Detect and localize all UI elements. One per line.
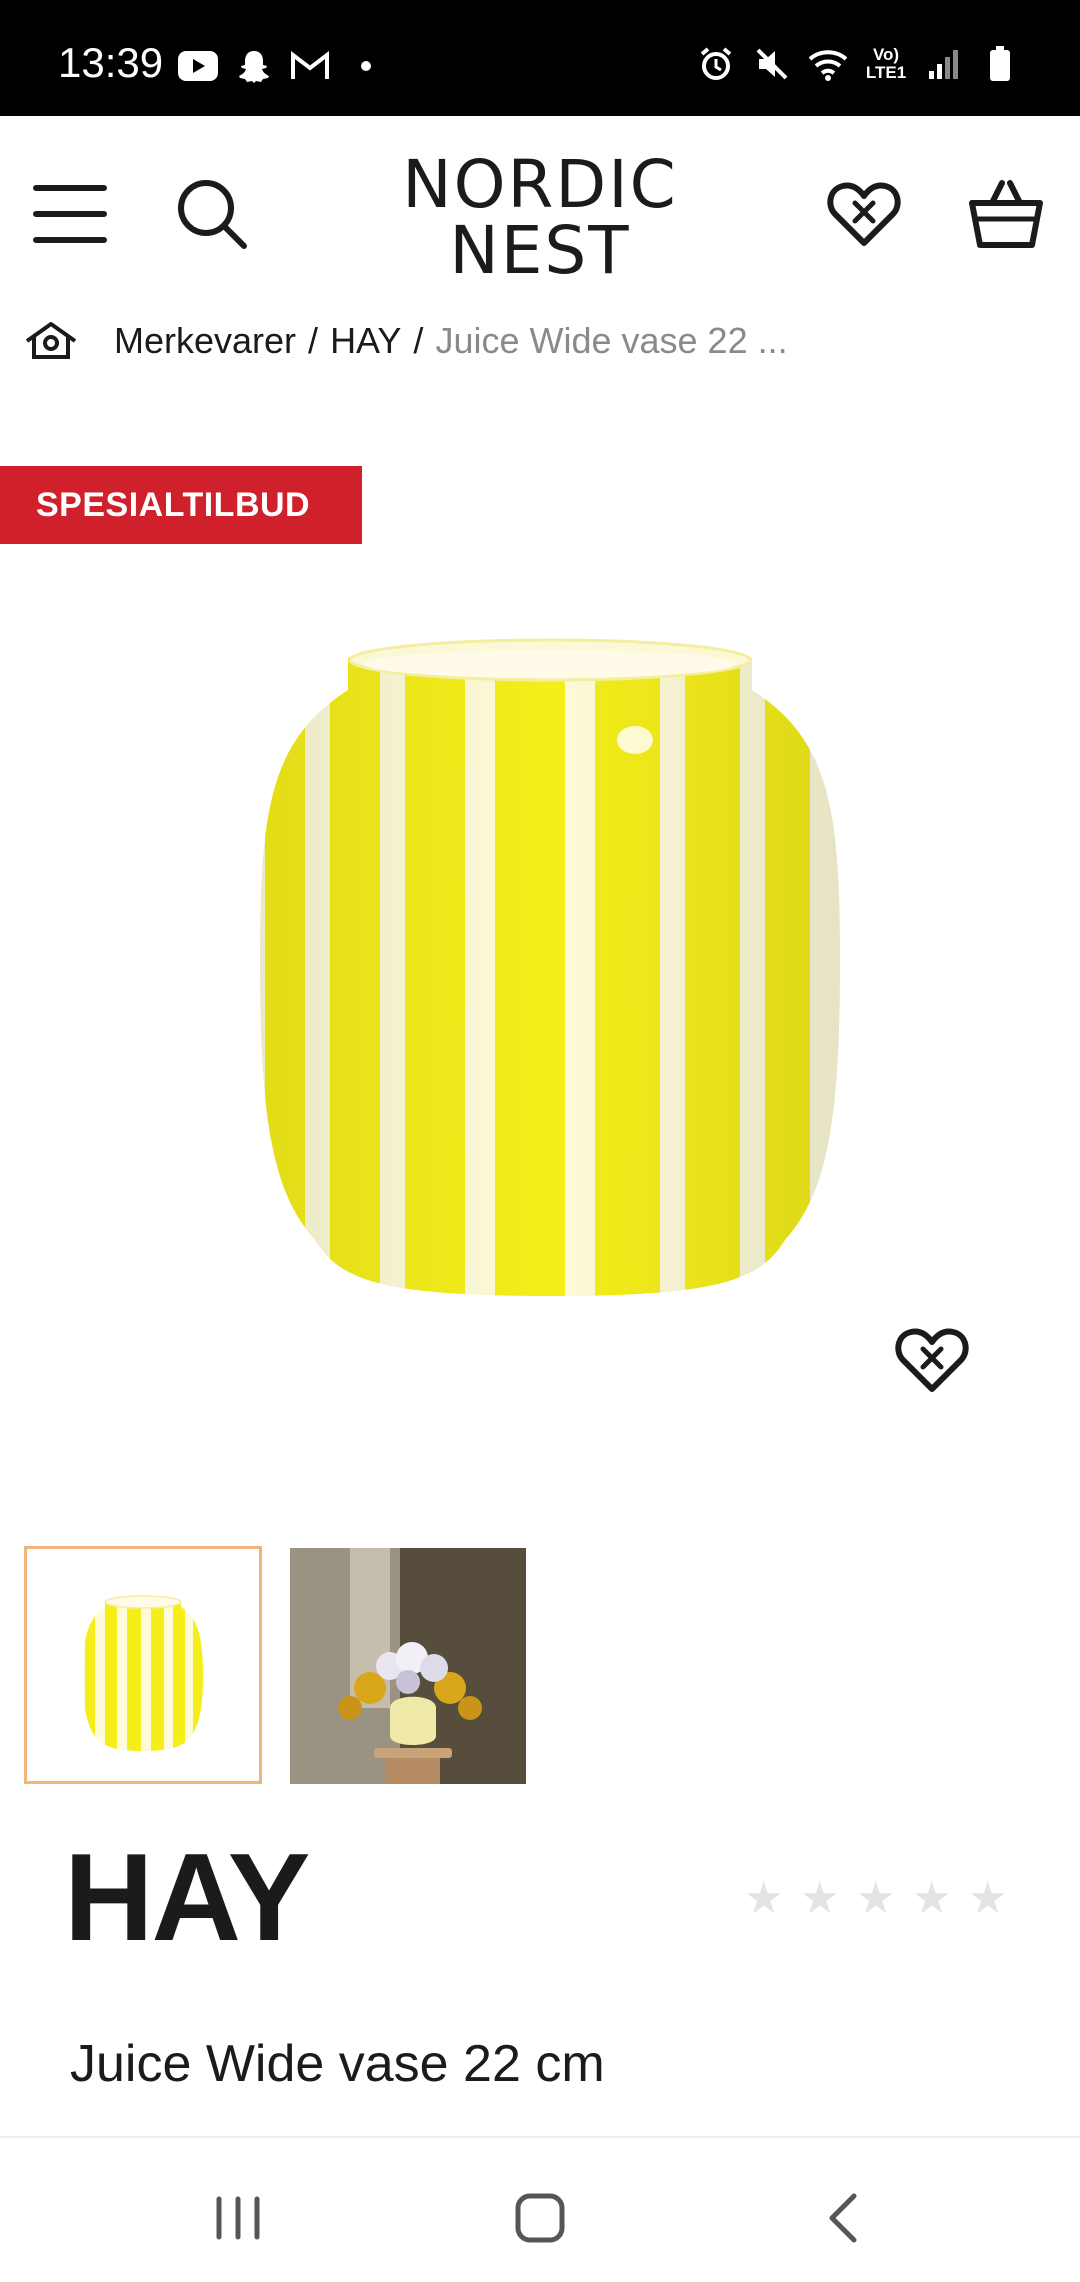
thumbnail-vase-lifestyle[interactable] <box>290 1548 526 1784</box>
breadcrumb-separator: / <box>308 320 319 361</box>
home-icon <box>25 322 77 359</box>
status-bar: 13:39 Vo) LTE1 <box>0 0 1080 116</box>
rating-star: ★ <box>968 1874 1008 1923</box>
heart-icon <box>827 181 901 252</box>
lifestyle-thumbnail-image <box>290 1548 526 1784</box>
menu-icon <box>32 183 108 250</box>
menu-button[interactable] <box>30 176 110 256</box>
search-button[interactable] <box>172 176 252 256</box>
gmail-icon <box>290 46 330 86</box>
breadcrumb-home-button[interactable] <box>24 319 78 363</box>
product-brand[interactable]: HAY <box>64 1836 310 1960</box>
rating-star: ★ <box>800 1874 840 1923</box>
volte-icon: Vo) LTE1 <box>865 45 907 82</box>
status-right-icons: Vo) LTE1 <box>696 44 1020 84</box>
wishlist-button[interactable] <box>824 176 904 256</box>
basket-icon <box>968 179 1044 254</box>
vase-thumbnail-image <box>83 1595 203 1751</box>
breadcrumb-item-hay[interactable]: HAY <box>330 320 401 362</box>
battery-icon <box>980 44 1020 84</box>
product-rating[interactable]: ★ ★ ★ ★ ★ <box>744 1874 1008 1923</box>
vase-illustration <box>260 638 840 1296</box>
promo-badge: SPESIALTILBUD <box>0 466 362 544</box>
breadcrumb: Merkevarer / HAY / Juice Wide vase 22 ..… <box>24 316 788 366</box>
home-icon <box>515 2193 565 2243</box>
status-time: 13:39 <box>58 39 164 86</box>
snapchat-icon <box>234 46 274 86</box>
system-nav-bar <box>0 2136 1080 2282</box>
recent-apps-button[interactable] <box>198 2178 278 2258</box>
back-button[interactable] <box>804 2178 884 2258</box>
thumbnail-vase-selected[interactable] <box>24 1546 262 1784</box>
breadcrumb-current: Juice Wide vase 22 ... <box>435 320 788 361</box>
breadcrumb-separator: / <box>413 320 424 361</box>
recent-apps-icon <box>216 2196 260 2240</box>
back-icon <box>829 2193 857 2243</box>
wifi-icon <box>808 44 848 84</box>
search-icon <box>174 176 250 257</box>
product-image[interactable] <box>240 630 860 1310</box>
signal-icon <box>924 44 964 84</box>
site-logo[interactable]: NORDIC NEST <box>380 152 700 284</box>
product-name: Juice Wide vase 22 cm <box>70 2035 605 2093</box>
alarm-icon <box>696 44 736 84</box>
breadcrumb-item-merkevarer[interactable]: Merkevarer <box>114 320 296 362</box>
youtube-icon <box>178 46 218 86</box>
logo-line-1: NORDIC <box>402 146 678 223</box>
image-wishlist-button[interactable] <box>884 1320 980 1400</box>
home-button[interactable] <box>500 2178 580 2258</box>
rating-star: ★ <box>856 1874 896 1923</box>
mute-icon <box>752 44 792 84</box>
heart-icon <box>895 1328 969 1392</box>
rating-star: ★ <box>744 1874 784 1923</box>
cart-button[interactable] <box>966 176 1046 256</box>
site-header: NORDIC NEST <box>0 116 1080 316</box>
logo-line-2: NEST <box>449 212 631 289</box>
rating-star: ★ <box>912 1874 952 1923</box>
dot-icon <box>346 46 386 86</box>
status-left-icons <box>178 46 386 86</box>
